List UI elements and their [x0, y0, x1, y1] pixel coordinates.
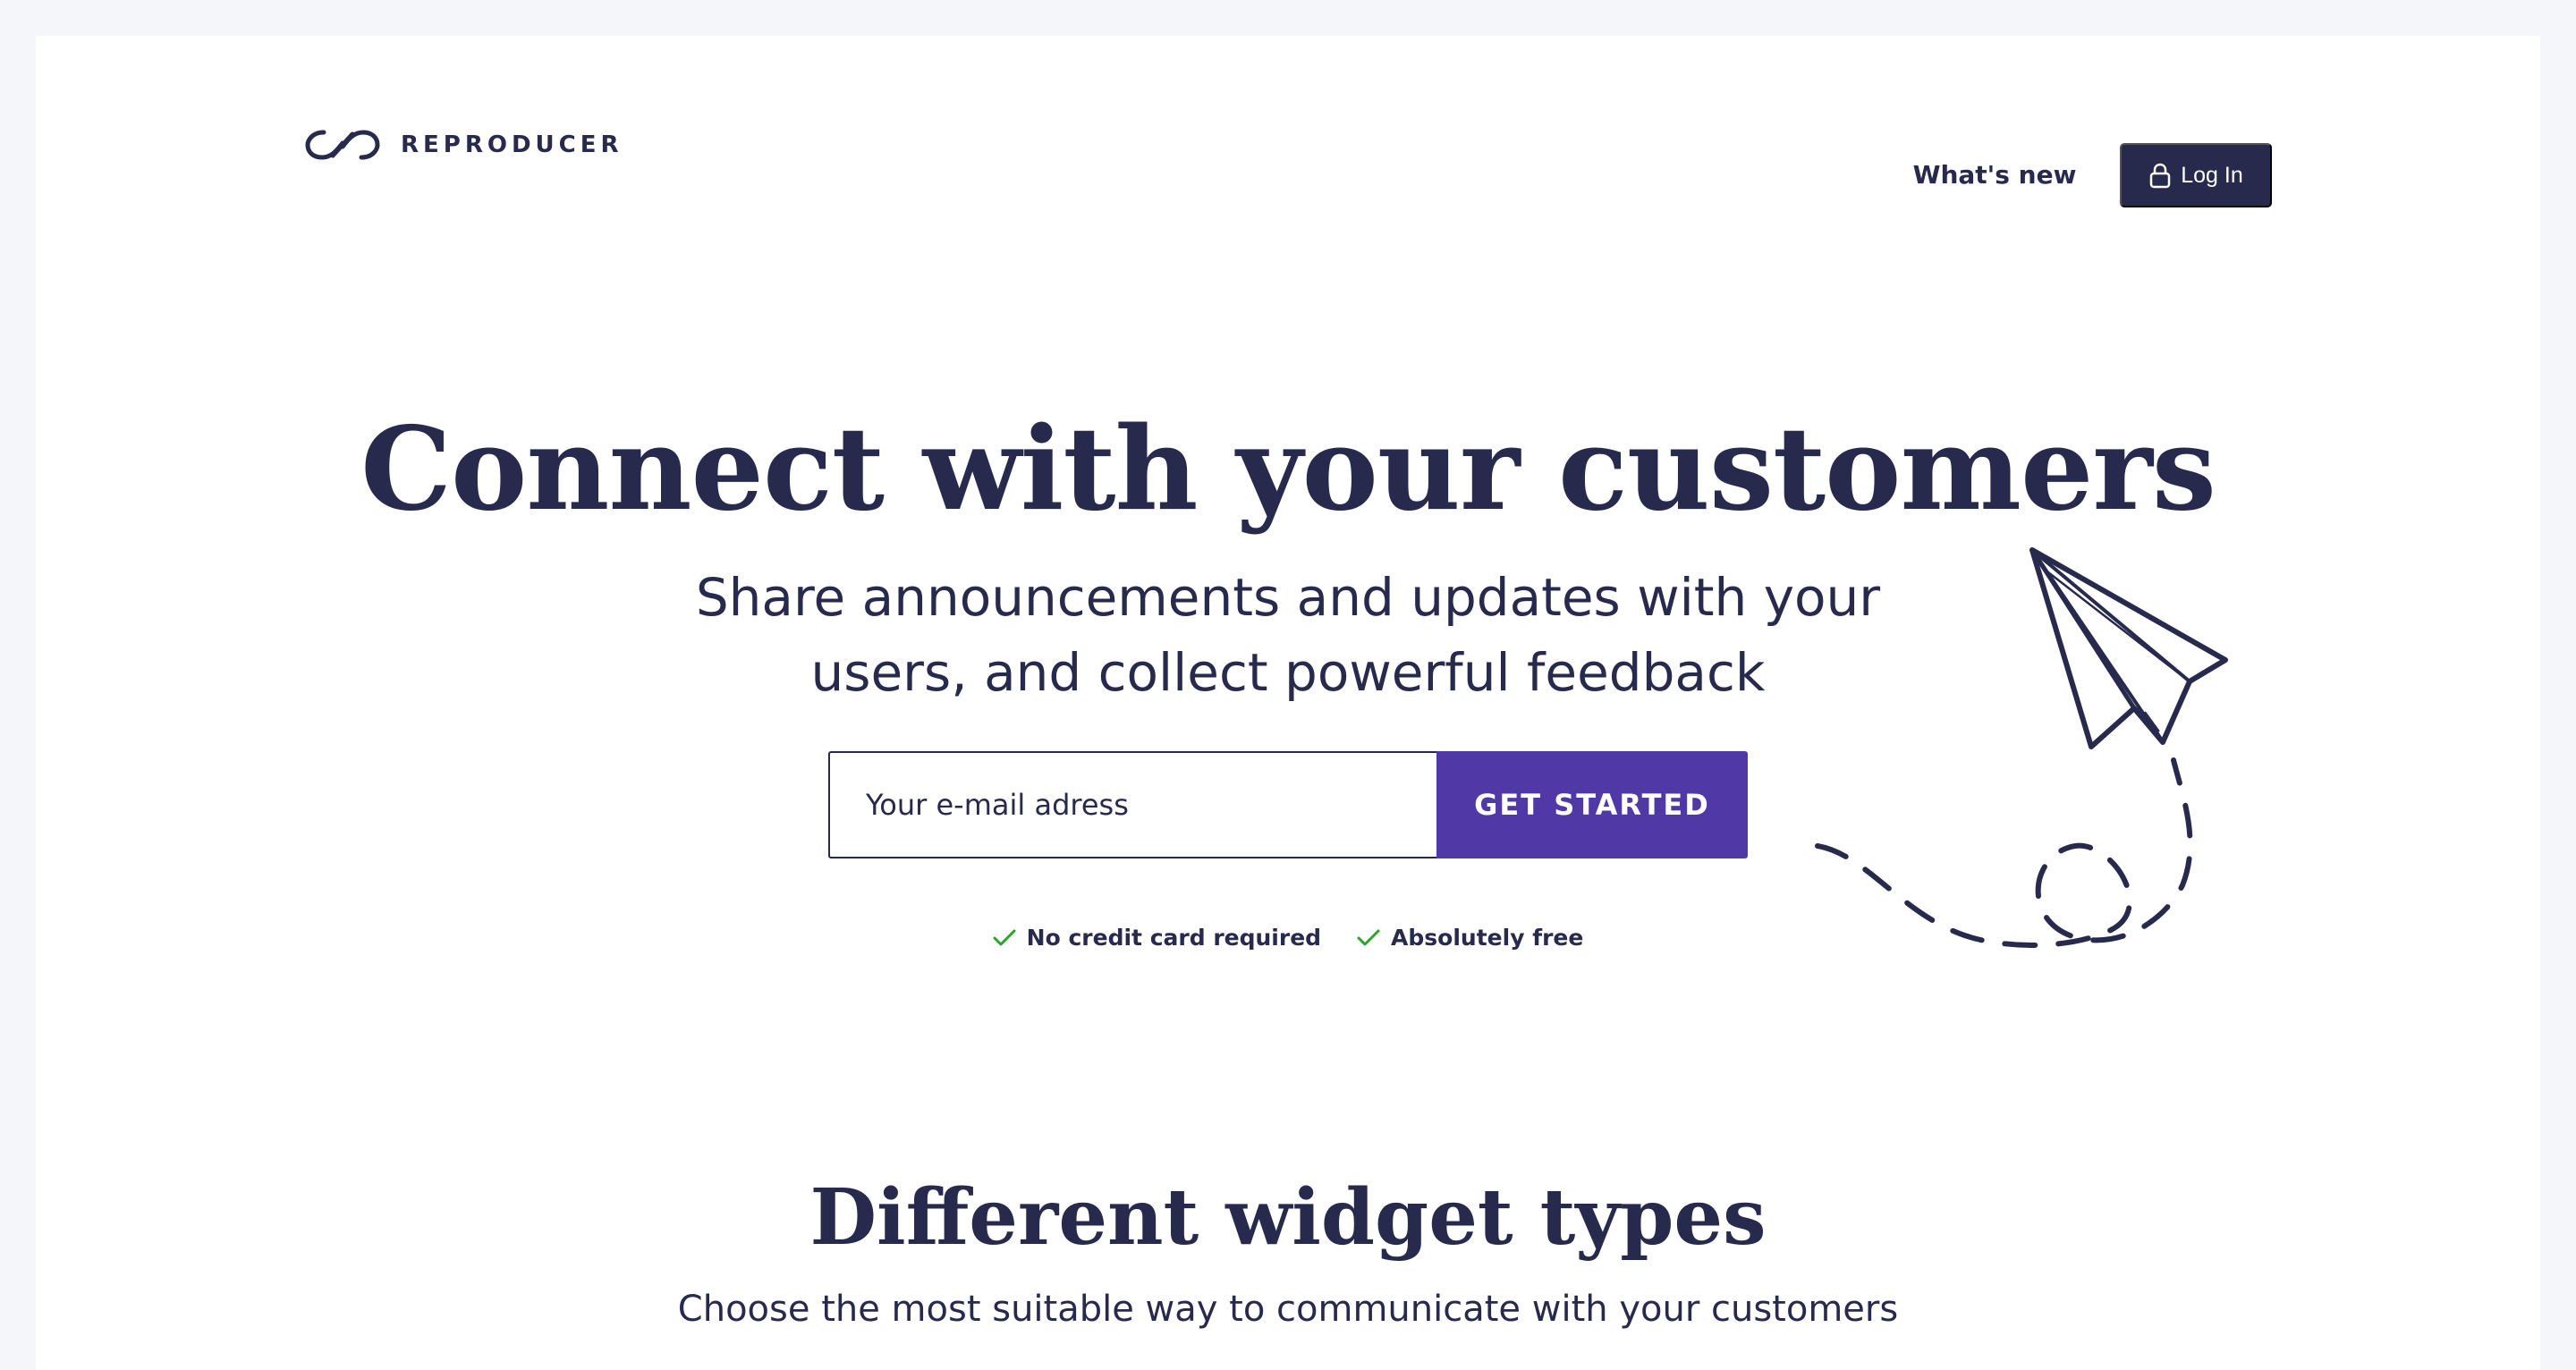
section-title: Different widget types — [809, 1172, 1767, 1263]
nav-whats-new-link[interactable]: What's new — [1896, 156, 2093, 195]
get-started-button[interactable]: GET STARTED — [1436, 751, 1748, 858]
login-label: Log In — [2181, 162, 2243, 188]
perk-item: No credit card required — [993, 925, 1321, 951]
check-icon — [993, 929, 1016, 945]
signup-form: GET STARTED — [828, 751, 1748, 858]
page-container: REPRODUCER What's new Log In Connect wit… — [36, 36, 2540, 1370]
perk-label: Absolutely free — [1391, 925, 1584, 951]
lock-icon — [2149, 163, 2171, 189]
infinity-link-icon — [305, 130, 380, 160]
paper-plane-icon — [1815, 547, 2228, 948]
perk-label: No credit card required — [1026, 925, 1322, 951]
brand-logo[interactable]: REPRODUCER — [302, 118, 623, 172]
check-icon — [1357, 929, 1380, 945]
brand-name: REPRODUCER — [401, 131, 623, 158]
section-subtitle: Choose the most suitable way to communic… — [677, 1289, 1899, 1330]
email-input[interactable] — [828, 751, 1436, 858]
perk-item: Absolutely free — [1357, 925, 1583, 951]
login-button[interactable]: Log In — [2120, 143, 2272, 207]
